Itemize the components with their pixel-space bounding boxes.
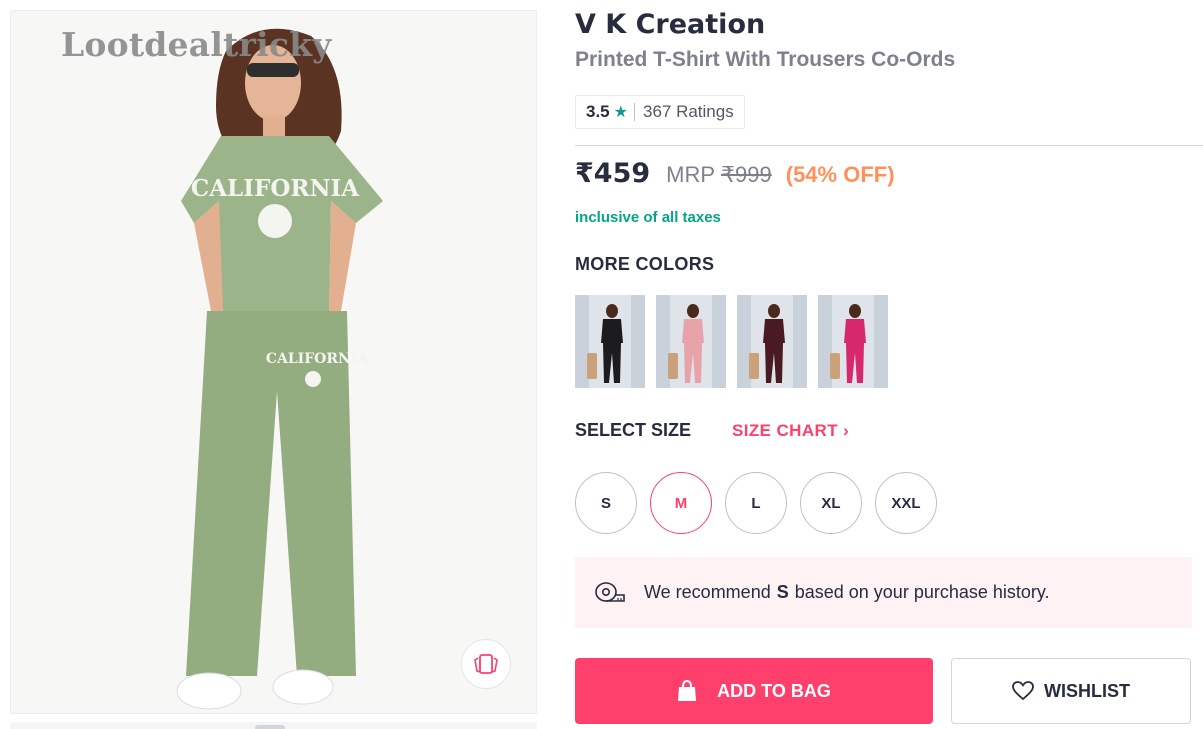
star-icon: ★: [613, 104, 628, 121]
size-button-m[interactable]: M: [650, 472, 712, 534]
color-variant-image: [737, 295, 807, 388]
product-title: Printed T-Shirt With Trousers Co-Ords: [575, 48, 956, 71]
chevron-right-icon: ›: [843, 421, 850, 440]
add-to-bag-button[interactable]: ADD TO BAG: [575, 658, 933, 724]
divider: [575, 145, 1203, 146]
recommend-suffix: based on your purchase history.: [794, 582, 1050, 602]
color-variant-image: [575, 295, 645, 388]
product-photo-illustration: CALIFORNIA CALIFORNIA: [11, 11, 536, 713]
color-swatch[interactable]: [575, 295, 645, 388]
size-chart-link[interactable]: SIZE CHART ›: [732, 421, 849, 441]
color-variant-image: [818, 295, 888, 388]
recommend-prefix: We recommend: [644, 582, 771, 602]
size-button-s[interactable]: S: [575, 472, 637, 534]
product-image[interactable]: CALIFORNIA CALIFORNIA Lootdealtricky: [10, 10, 537, 714]
view-similar-button[interactable]: [461, 639, 511, 689]
brand-name: V K Creation: [575, 9, 766, 40]
rating-score: 3.5: [586, 102, 610, 121]
discount-badge: (54% OFF): [785, 162, 895, 187]
heart-icon: [1012, 681, 1034, 701]
size-button-xl[interactable]: XL: [800, 472, 862, 534]
size-recommendation-banner: We recommend S based on your purchase hi…: [575, 557, 1192, 628]
mrp-label: MRP: [666, 162, 716, 187]
size-chart-label: SIZE CHART: [732, 421, 838, 440]
color-variant-image: [656, 295, 726, 388]
rating-badge[interactable]: 3.5 ★ 367 Ratings: [575, 95, 745, 129]
color-swatch[interactable]: [656, 295, 726, 388]
size-button-l[interactable]: L: [725, 472, 787, 534]
image-carousel-indicator[interactable]: [255, 725, 285, 729]
color-swatch[interactable]: [818, 295, 888, 388]
selling-price: ₹459: [575, 158, 651, 189]
watermark: Lootdealtricky: [61, 25, 332, 64]
recommended-size: S: [776, 582, 789, 602]
measuring-tape-icon: [595, 581, 625, 602]
color-swatch[interactable]: [737, 295, 807, 388]
mrp-price: ₹999: [721, 162, 772, 187]
wishlist-label: WISHLIST: [1044, 680, 1130, 701]
size-button-xxl[interactable]: XXL: [875, 472, 937, 534]
tax-note: inclusive of all taxes: [575, 209, 721, 226]
ratings-count: 367 Ratings: [642, 102, 734, 121]
rating-separator: [633, 103, 635, 121]
svg-text:CALIFORNIA: CALIFORNIA: [266, 351, 370, 367]
price-row: ₹459 MRP ₹999 (54% OFF): [575, 158, 895, 189]
shopping-bag-icon: [678, 680, 697, 701]
add-to-bag-label: ADD TO BAG: [717, 680, 831, 701]
more-colors-title: MORE COLORS: [575, 254, 715, 274]
tshirt-print: CALIFORNIA: [191, 175, 360, 202]
wishlist-button[interactable]: WISHLIST: [951, 658, 1191, 724]
select-size-title: SELECT SIZE: [575, 420, 692, 440]
cards-stack-icon: [474, 654, 498, 674]
